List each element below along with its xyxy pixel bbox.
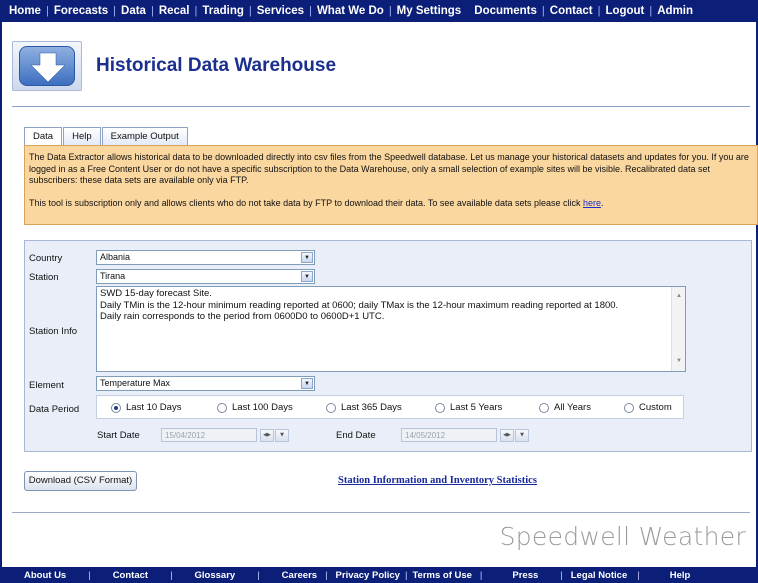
tab-help[interactable]: Help xyxy=(63,127,101,145)
radio-icon xyxy=(435,402,445,413)
nav-data[interactable]: Data xyxy=(121,5,146,17)
period-last-5-years[interactable]: Last 5 Years xyxy=(435,402,502,413)
radio-icon xyxy=(326,402,336,413)
header-divider xyxy=(12,106,750,107)
footer-contact[interactable]: Contact xyxy=(113,570,148,581)
start-date-calendar-icon[interactable]: ▼ xyxy=(275,429,289,442)
footer-nav: About Us | Contact | Glossary | Careers … xyxy=(0,567,758,583)
element-label: Element xyxy=(29,380,64,391)
start-date-spin-icon[interactable]: ◀▶ xyxy=(260,429,274,442)
footer-divider xyxy=(12,512,750,513)
nav-services[interactable]: Services xyxy=(257,5,304,17)
period-last-365-days[interactable]: Last 365 Days xyxy=(326,402,402,413)
footer-help[interactable]: Help xyxy=(670,570,691,581)
download-arrow-icon xyxy=(19,46,75,86)
download-csv-button[interactable]: Download (CSV Format) xyxy=(24,471,137,491)
info-panel: The Data Extractor allows historical dat… xyxy=(24,145,758,225)
end-date-input[interactable]: 14/05/2012 xyxy=(401,428,497,442)
nav-my-settings[interactable]: My Settings xyxy=(397,5,462,17)
country-label: Country xyxy=(29,253,63,264)
nav-trading[interactable]: Trading xyxy=(202,5,244,17)
textarea-scrollbar[interactable]: ▲ ▼ xyxy=(671,287,685,371)
country-select[interactable]: Albania ▼ xyxy=(96,250,315,265)
nav-forecasts[interactable]: Forecasts xyxy=(54,5,108,17)
tab-example-output[interactable]: Example Output xyxy=(101,127,188,145)
extract-form: Country Albania ▼ Station Tirana ▼ Stati… xyxy=(24,240,752,452)
scroll-down-icon: ▼ xyxy=(676,357,682,364)
radio-selected-icon xyxy=(111,402,121,413)
end-date-calendar-icon[interactable]: ▼ xyxy=(515,429,529,442)
footer-terms-of-use[interactable]: Terms of Use xyxy=(412,570,471,581)
radio-icon xyxy=(624,402,634,413)
scroll-up-icon: ▲ xyxy=(676,293,682,299)
radio-icon xyxy=(539,402,549,413)
tab-strip: Data Help Example Output xyxy=(24,127,189,146)
top-nav: Home | Forecasts | Data | Recal | Trading | S… xyxy=(0,0,758,22)
start-date-input[interactable]: 15/04/2012 xyxy=(161,428,257,442)
page-border-left xyxy=(0,22,2,567)
station-select[interactable]: Tirana ▼ xyxy=(96,269,315,284)
radio-icon xyxy=(217,402,227,413)
end-date-label: End Date xyxy=(336,430,376,441)
download-logo xyxy=(12,41,82,91)
nav-home[interactable]: Home xyxy=(9,5,41,17)
footer-privacy-policy[interactable]: Privacy Policy xyxy=(336,570,400,581)
end-date-spin-icon[interactable]: ◀▶ xyxy=(500,429,514,442)
footer-glossary[interactable]: Glossary xyxy=(195,570,236,581)
period-custom[interactable]: Custom xyxy=(624,402,672,413)
footer-about-us[interactable]: About Us xyxy=(24,570,66,581)
chevron-down-icon: ▼ xyxy=(301,252,313,263)
nav-what-we-do[interactable]: What We Do xyxy=(317,5,384,17)
chevron-down-icon: ▼ xyxy=(301,378,313,389)
element-select[interactable]: Temperature Max ▼ xyxy=(96,376,315,391)
chevron-down-icon: ▼ xyxy=(301,271,313,282)
period-all-years[interactable]: All Years xyxy=(539,402,591,413)
station-info-textarea[interactable]: SWD 15-day forecast Site. Daily TMin is … xyxy=(96,286,686,372)
footer-careers[interactable]: Careers xyxy=(282,570,317,581)
footer-press[interactable]: Press xyxy=(512,570,538,581)
period-last-10-days[interactable]: Last 10 Days xyxy=(111,402,181,413)
nav-documents[interactable]: Documents xyxy=(474,5,537,17)
footer-legal-notice[interactable]: Legal Notice xyxy=(571,570,628,581)
nav-logout[interactable]: Logout xyxy=(605,5,644,17)
here-link[interactable]: here xyxy=(583,198,601,208)
nav-contact[interactable]: Contact xyxy=(550,5,593,17)
page-title: Historical Data Warehouse xyxy=(96,55,337,76)
tab-data[interactable]: Data xyxy=(24,127,63,146)
start-date-label: Start Date xyxy=(97,430,140,441)
station-info-label: Station Info xyxy=(29,326,78,337)
data-period-label: Data Period xyxy=(29,404,80,415)
period-last-100-days[interactable]: Last 100 Days xyxy=(217,402,293,413)
station-label: Station xyxy=(29,272,59,283)
info-subscription-text: This tool is subscription only and allow… xyxy=(29,197,604,208)
nav-recal[interactable]: Recal xyxy=(159,5,190,17)
station-statistics-link[interactable]: Station Information and Inventory Statis… xyxy=(338,475,537,486)
data-period-group: Last 10 Days Last 100 Days Last 365 Days… xyxy=(96,395,684,419)
info-text: The Data Extractor allows historical dat… xyxy=(29,152,749,185)
nav-admin[interactable]: Admin xyxy=(657,5,693,17)
brand-logo-text: Speedwell Weather xyxy=(499,522,746,551)
